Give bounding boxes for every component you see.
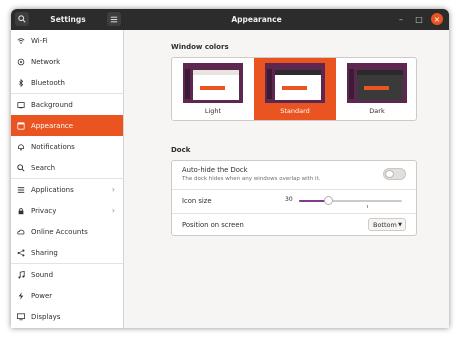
sidebar-item-privacy[interactable]: Privacy › (11, 200, 123, 221)
sidebar-item-network[interactable]: Network (11, 51, 123, 72)
sidebar-item-background[interactable]: Background (11, 94, 123, 115)
search-icon (17, 163, 25, 172)
position-value: Bottom (373, 220, 397, 229)
sidebar-item-applications[interactable]: Applications › (11, 179, 123, 200)
sidebar-item-search[interactable]: Search (11, 157, 123, 178)
search-button[interactable] (15, 12, 29, 26)
network-icon (17, 58, 25, 66)
sidebar-item-label: Power (31, 291, 53, 300)
display-icon (17, 312, 25, 321)
window-color-dark[interactable]: Dark (336, 58, 418, 120)
window-colors-selector: Light Standard Dark (171, 57, 417, 121)
maximize-button[interactable]: □ (413, 13, 425, 25)
minimize-button[interactable]: – (395, 13, 407, 25)
power-icon (17, 291, 25, 300)
cloud-icon (17, 228, 25, 236)
window-color-dark-label: Dark (369, 107, 385, 115)
hamburger-menu-icon (110, 16, 118, 22)
chevron-right-icon: › (111, 206, 115, 215)
icon-size-value: 30 (285, 196, 293, 203)
autohide-toggle[interactable] (383, 168, 406, 180)
sidebar-item-sharing[interactable]: Sharing (11, 242, 123, 263)
apps-icon (17, 186, 25, 194)
appearance-icon (17, 121, 25, 130)
app-title: Settings (50, 15, 86, 24)
sidebar-item-label: Sound (31, 270, 54, 279)
settings-window: Settings Appearance – □ × Wi-Fi Network … (11, 9, 449, 328)
menu-button[interactable] (107, 12, 121, 26)
autohide-description: The dock hides when any windows overlap … (182, 176, 321, 182)
sidebar-item-label: Privacy (31, 206, 57, 215)
sidebar-item-power[interactable]: Power (11, 285, 123, 306)
sidebar: Wi-Fi Network Bluetooth Background Appea… (11, 30, 124, 328)
page-title: Appearance (231, 15, 282, 24)
music-note-icon (17, 270, 25, 279)
autohide-label: Auto-hide the Dock (182, 166, 248, 174)
dark-theme-preview (347, 63, 407, 103)
standard-theme-preview (265, 63, 325, 103)
sidebar-item-label: Network (31, 57, 61, 66)
position-row: Position on screen Bottom ▼ (172, 214, 416, 236)
position-dropdown[interactable]: Bottom ▼ (368, 218, 406, 231)
appearance-panel: Window colors Light Standard Dark Dock A… (124, 30, 449, 328)
window-color-light-label: Light (204, 107, 222, 115)
window-color-standard-label: Standard (280, 107, 310, 115)
toggle-knob (385, 170, 394, 178)
light-theme-preview (183, 63, 243, 103)
bell-icon (17, 143, 25, 151)
sidebar-item-bluetooth[interactable]: Bluetooth (11, 72, 123, 93)
icon-size-label: Icon size (182, 197, 212, 205)
icon-size-row: Icon size 30 (172, 190, 416, 213)
sidebar-item-label: Appearance (31, 121, 74, 130)
sidebar-item-label: Bluetooth (31, 78, 65, 87)
window-color-light[interactable]: Light (172, 58, 254, 120)
maximize-icon: □ (415, 14, 423, 24)
chevron-down-icon: ▼ (398, 221, 402, 228)
wifi-icon (17, 37, 25, 45)
sidebar-item-label: Background (31, 100, 73, 109)
chevron-right-icon: › (111, 185, 115, 194)
sidebar-item-wifi[interactable]: Wi-Fi (11, 30, 123, 51)
sidebar-item-label: Online Accounts (31, 227, 88, 236)
sidebar-item-label: Sharing (31, 248, 58, 257)
sidebar-item-online-accounts[interactable]: Online Accounts (11, 221, 123, 242)
autohide-row: Auto-hide the Dock The dock hides when a… (172, 161, 416, 189)
bluetooth-icon (17, 78, 25, 87)
dock-settings: Auto-hide the Dock The dock hides when a… (171, 160, 417, 236)
sidebar-item-appearance[interactable]: Appearance (11, 115, 123, 136)
sidebar-item-notifications[interactable]: Notifications (11, 136, 123, 157)
dock-heading: Dock (171, 146, 191, 154)
sidebar-item-label: Displays (31, 312, 61, 321)
minimize-icon: – (399, 14, 403, 24)
position-label: Position on screen (182, 221, 244, 229)
share-icon (17, 249, 25, 257)
sidebar-item-label: Notifications (31, 142, 75, 151)
sidebar-item-label: Wi-Fi (31, 36, 48, 45)
sidebar-item-sound[interactable]: Sound (11, 264, 123, 285)
icon-size-slider-mark (367, 205, 368, 208)
close-icon: × (433, 14, 441, 24)
sidebar-item-label: Search (31, 163, 56, 172)
search-icon (18, 15, 26, 23)
sidebar-item-displays[interactable]: Displays (11, 306, 123, 327)
sidebar-item-label: Applications (31, 185, 74, 194)
lock-icon (17, 207, 25, 215)
window-color-standard[interactable]: Standard (254, 58, 336, 120)
background-icon (17, 101, 25, 109)
close-button[interactable]: × (431, 13, 443, 25)
window-colors-heading: Window colors (171, 43, 229, 51)
header-bar: Settings Appearance – □ × (11, 9, 449, 30)
icon-size-slider-handle[interactable] (324, 196, 333, 205)
